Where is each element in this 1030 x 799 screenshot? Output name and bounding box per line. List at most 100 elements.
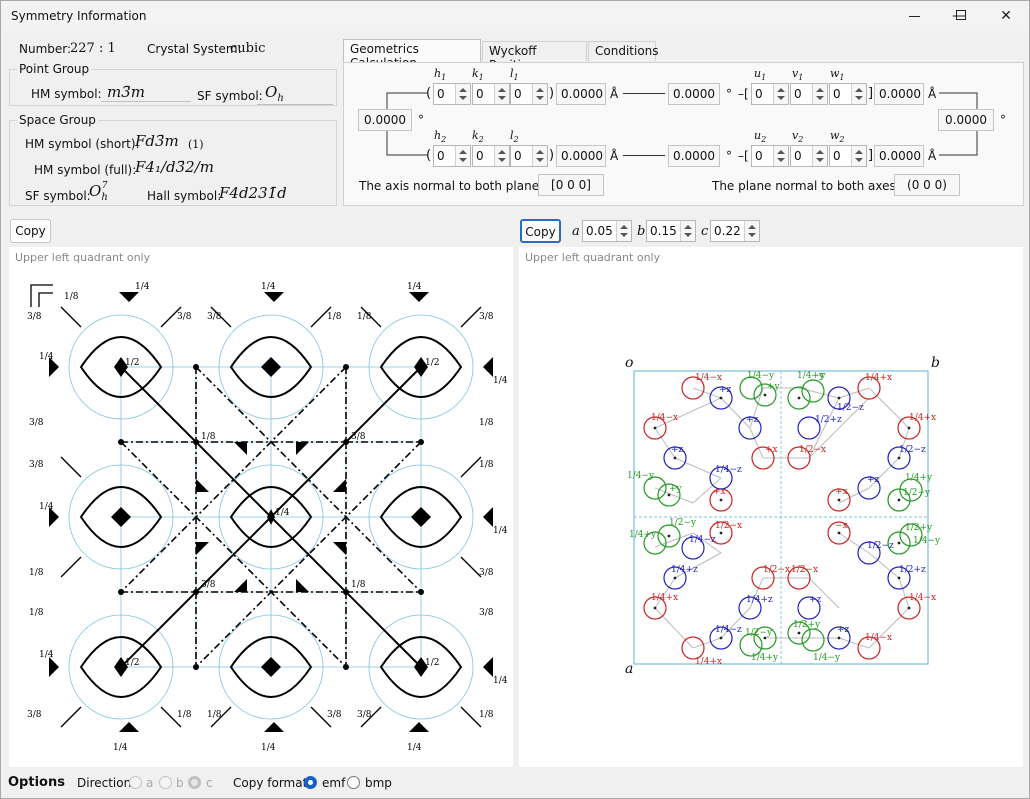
svg-text:1/2: 1/2 bbox=[425, 658, 439, 668]
svg-text:1/2−z: 1/2−z bbox=[899, 445, 926, 455]
tab-conditions[interactable]: Conditions bbox=[588, 41, 659, 61]
svg-text:1/4: 1/4 bbox=[39, 650, 54, 660]
svg-text:+z: +z bbox=[809, 595, 822, 605]
svg-text:1/4−x: 1/4−x bbox=[651, 413, 678, 423]
svg-text:−y: −y bbox=[813, 371, 827, 381]
bmp-radio[interactable] bbox=[347, 776, 360, 789]
svg-text:1/2−z: 1/2−z bbox=[867, 541, 894, 551]
svg-text:1/4−z: 1/4−z bbox=[715, 625, 742, 635]
right-angle-value: 0.0000 bbox=[938, 109, 994, 131]
close-icon[interactable]: ✕ bbox=[986, 5, 1026, 27]
svg-text:1/8: 1/8 bbox=[207, 710, 222, 720]
svg-text:3/8: 3/8 bbox=[479, 312, 494, 322]
svg-text:1/8: 1/8 bbox=[327, 312, 342, 322]
sg-hall-label: Hall symbol: bbox=[147, 189, 222, 203]
svg-text:+z: +z bbox=[719, 385, 732, 395]
svg-text:1/4−y: 1/4−y bbox=[813, 653, 841, 663]
svg-text:1/8: 1/8 bbox=[29, 568, 44, 578]
svg-text:+y: +y bbox=[669, 484, 683, 494]
svg-text:1/4−z: 1/4−z bbox=[715, 465, 742, 475]
svg-text:−x: −x bbox=[835, 521, 848, 531]
main-window: Symmetry Information — ✕ Number: 227 : 1… bbox=[0, 0, 1030, 799]
svg-text:3/8: 3/8 bbox=[479, 568, 494, 578]
sg-hm-short-value: Fd3̄m bbox=[135, 132, 179, 150]
svg-text:1/4: 1/4 bbox=[261, 282, 276, 292]
svg-text:1/4: 1/4 bbox=[261, 743, 276, 753]
left-angle-unit: ° bbox=[418, 113, 424, 127]
direction-label: Direction bbox=[77, 776, 132, 790]
svg-text:3/8: 3/8 bbox=[29, 418, 44, 428]
sg-sf-label: SF symbol: bbox=[25, 189, 91, 203]
param-a-spinner[interactable]: 0.05 bbox=[582, 220, 632, 242]
svg-text:1/2−x: 1/2−x bbox=[715, 521, 742, 531]
emf-label: emf bbox=[322, 776, 346, 790]
symmetry-elements-diagram: 1/4 1/4 1/4 1/8 3/8 3/8 3/8 1/8 1/8 3/8 1/4 1/… bbox=[27, 282, 508, 753]
svg-text:1/4: 1/4 bbox=[493, 676, 508, 686]
crystal-system-label: Crystal System: bbox=[147, 42, 242, 56]
svg-text:1/2: 1/2 bbox=[125, 658, 139, 668]
svg-text:1/8: 1/8 bbox=[479, 460, 494, 470]
svg-text:1/4+z: 1/4+z bbox=[746, 595, 773, 605]
svg-text:1/2−y: 1/2−y bbox=[669, 518, 697, 528]
svg-text:3/8: 3/8 bbox=[27, 312, 42, 322]
direction-c-label: c bbox=[206, 776, 213, 790]
bmp-label: bmp bbox=[365, 776, 392, 790]
copy-left-button[interactable]: Copy bbox=[10, 219, 51, 243]
param-c-label: c bbox=[701, 224, 709, 239]
svg-text:1/4: 1/4 bbox=[275, 508, 290, 518]
svg-text:+z: +z bbox=[867, 475, 880, 485]
emf-radio[interactable] bbox=[304, 776, 317, 789]
options-title: Options bbox=[8, 775, 65, 790]
sg-sf-value: Oh7 bbox=[89, 181, 108, 203]
direction-c-radio[interactable] bbox=[188, 776, 201, 789]
svg-text:+y: +y bbox=[767, 382, 781, 392]
minimize-icon-shape bbox=[909, 16, 920, 17]
svg-text:1/8: 1/8 bbox=[177, 710, 192, 720]
svg-text:1/4: 1/4 bbox=[407, 743, 422, 753]
svg-text:1/8: 1/8 bbox=[479, 418, 494, 428]
svg-text:+z: +z bbox=[837, 625, 850, 635]
svg-text:1/4: 1/4 bbox=[113, 743, 128, 753]
tab-wyckoff[interactable]: Wyckoff Positions bbox=[482, 41, 587, 72]
window-title: Symmetry Information bbox=[11, 9, 147, 23]
atom-positions-diagram: 1/4−x 1/4+x 1/4−x 1/4+x +x 1/2−x +x +x 1/2−x… bbox=[627, 370, 941, 667]
title-bar: Symmetry Information — ✕ bbox=[1, 1, 1029, 31]
svg-text:3/8: 3/8 bbox=[201, 580, 216, 590]
svg-text:1/4−y: 1/4−y bbox=[747, 371, 775, 381]
svg-text:1/4+y: 1/4+y bbox=[905, 473, 933, 483]
svg-text:1/4+y: 1/4+y bbox=[629, 530, 657, 540]
tab-geometrics[interactable]: Geometrics Calculation bbox=[343, 39, 481, 70]
direction-a-radio[interactable] bbox=[129, 776, 142, 789]
svg-text:1/4−y: 1/4−y bbox=[627, 471, 655, 481]
svg-text:3/8: 3/8 bbox=[29, 460, 44, 470]
svg-text:1/4−y: 1/4−y bbox=[913, 536, 941, 546]
svg-text:1/4+x: 1/4+x bbox=[865, 373, 892, 383]
plane-normal-value: (0 0 0) bbox=[894, 174, 960, 196]
plane-normal-label: The plane normal to both axes bbox=[712, 179, 896, 193]
svg-text:1/4+z: 1/4+z bbox=[671, 565, 698, 575]
pg-hm-value: m3̄m bbox=[101, 83, 191, 102]
svg-text:1/2−y: 1/2−y bbox=[745, 628, 773, 638]
svg-text:1/2: 1/2 bbox=[125, 358, 139, 368]
direction-b-radio[interactable] bbox=[159, 776, 172, 789]
svg-text:1/8: 1/8 bbox=[479, 710, 494, 720]
svg-text:+x: +x bbox=[765, 445, 778, 455]
param-c-spinner[interactable]: 0.22 bbox=[710, 220, 760, 242]
svg-text:1/8: 1/8 bbox=[201, 432, 216, 442]
svg-text:1/4: 1/4 bbox=[493, 526, 508, 536]
sg-hm-short-suffix: (1) bbox=[188, 138, 204, 151]
svg-text:1/2+z: 1/2+z bbox=[815, 415, 842, 425]
pg-sf-value: Oh bbox=[257, 83, 333, 105]
svg-text:1/4+x: 1/4+x bbox=[651, 593, 678, 603]
copy-right-button[interactable]: Copy bbox=[520, 219, 561, 243]
svg-text:1/4: 1/4 bbox=[135, 282, 150, 292]
svg-text:+z: +z bbox=[746, 415, 759, 425]
svg-text:1/2−z: 1/2−z bbox=[837, 403, 864, 413]
svg-text:3/8: 3/8 bbox=[207, 312, 222, 322]
pg-hm-label: HM symbol: bbox=[31, 87, 102, 101]
param-b-spinner[interactable]: 0.15 bbox=[646, 220, 696, 242]
sg-hall-value: F4d231̄d bbox=[219, 184, 287, 202]
pg-sf-label: SF symbol: bbox=[197, 89, 263, 103]
param-b-label: b bbox=[637, 224, 646, 239]
svg-text:1/4: 1/4 bbox=[39, 502, 54, 512]
